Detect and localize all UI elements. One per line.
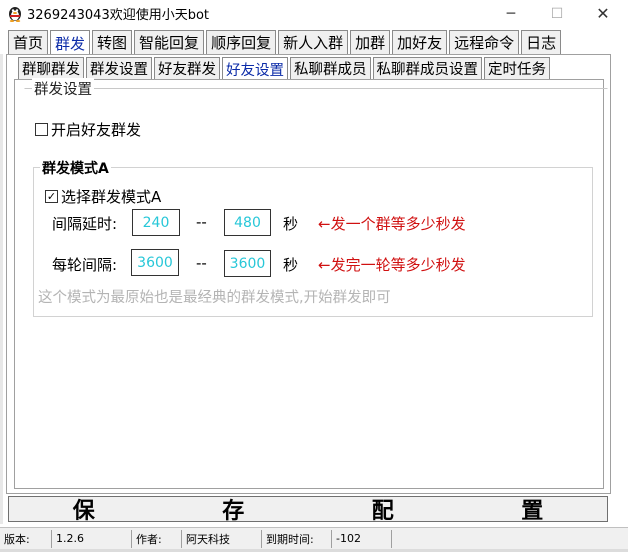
select-mode-a-option[interactable]: ✓ 选择群发模式A bbox=[45, 186, 161, 207]
minimize-icon: ─ bbox=[506, 5, 516, 22]
author-label: 作者: bbox=[132, 529, 182, 548]
version-label: 版本: bbox=[0, 529, 52, 548]
save-config-button[interactable]: 保 存 配 置 bbox=[8, 496, 608, 524]
interval-delay-unit: 秒 bbox=[283, 215, 299, 233]
penguin-app-icon bbox=[9, 7, 21, 22]
interval-delay-max-input[interactable]: 480 bbox=[224, 209, 271, 236]
title-bar: 3269243043欢迎使用小天bot ─ ☐ ✕ bbox=[0, 0, 628, 27]
enable-friend-broadcast-option[interactable]: 开启好友群发 bbox=[35, 119, 141, 140]
version-value: 1.2.6 bbox=[52, 529, 132, 548]
broadcast-settings-title: 群发设置 bbox=[32, 78, 94, 99]
tab-remote-command[interactable]: 远程命令 bbox=[449, 30, 520, 54]
round-interval-hint: ←发完一轮等多少秒发 bbox=[318, 256, 466, 274]
sub-tab-bar: 群聊群发 群发设置 好友群发 好友设置 私聊群成员 私聊群成员设置 定时任务 bbox=[18, 57, 552, 80]
interval-delay-min-input[interactable]: 240 bbox=[132, 209, 180, 236]
status-bar: 版本: 1.2.6 作者: 阿天科技 到期时间: -102 bbox=[0, 527, 628, 549]
subtab-friend-broadcast[interactable]: 好友群发 bbox=[154, 57, 220, 79]
mode-a-title: 群发模式A bbox=[40, 158, 111, 178]
tab-join-group[interactable]: 加群 bbox=[350, 30, 391, 54]
round-interval-unit: 秒 bbox=[283, 256, 299, 274]
save-button-char: 存 bbox=[222, 498, 245, 524]
close-icon: ✕ bbox=[596, 4, 610, 23]
subtab-dm-members-settings[interactable]: 私聊群成员设置 bbox=[372, 57, 482, 79]
window-left-edge bbox=[0, 54, 3, 524]
round-interval-min-input[interactable]: 3600 bbox=[131, 249, 179, 276]
author-value: 阿天科技 bbox=[182, 529, 262, 548]
mode-a-description: 这个模式为最原始也是最经典的群发模式,开始群发即可 bbox=[38, 290, 391, 306]
maximize-icon: ☐ bbox=[550, 5, 564, 22]
enable-friend-broadcast-checkbox[interactable] bbox=[35, 123, 48, 136]
tab-broadcast[interactable]: 群发 bbox=[50, 30, 91, 55]
tab-smart-reply[interactable]: 智能回复 bbox=[134, 30, 205, 54]
expiry-value: -102 bbox=[332, 529, 392, 548]
subtab-scheduled-tasks[interactable]: 定时任务 bbox=[484, 57, 550, 79]
tab-convert-image[interactable]: 转图 bbox=[92, 30, 133, 54]
enable-friend-broadcast-label: 开启好友群发 bbox=[51, 121, 142, 139]
select-mode-a-checkbox[interactable]: ✓ bbox=[45, 190, 58, 203]
save-button-char: 配 bbox=[371, 498, 394, 524]
subtab-dm-members[interactable]: 私聊群成员 bbox=[290, 57, 371, 79]
tab-log[interactable]: 日志 bbox=[521, 30, 562, 54]
round-interval-separator: -- bbox=[196, 254, 207, 272]
subtab-group-broadcast[interactable]: 群聊群发 bbox=[18, 57, 84, 79]
close-button[interactable]: ✕ bbox=[580, 0, 626, 27]
subtab-broadcast-settings[interactable]: 群发设置 bbox=[86, 57, 152, 79]
expiry-label: 到期时间: bbox=[262, 529, 332, 548]
minimize-button[interactable]: ─ bbox=[488, 0, 534, 27]
round-interval-label: 每轮间隔: bbox=[52, 256, 118, 274]
tab-home[interactable]: 首页 bbox=[8, 30, 49, 54]
tab-add-friend[interactable]: 加好友 bbox=[392, 30, 448, 54]
select-mode-a-label: 选择群发模式A bbox=[61, 188, 162, 206]
save-button-char: 置 bbox=[521, 498, 544, 524]
main-tab-bar: 首页 群发 转图 智能回复 顺序回复 新人入群 加群 加好友 远程命令 日志 bbox=[8, 30, 563, 55]
maximize-button[interactable]: ☐ bbox=[534, 0, 580, 27]
save-button-char: 保 bbox=[72, 498, 95, 524]
tab-new-member[interactable]: 新人入群 bbox=[278, 30, 349, 54]
interval-delay-separator: -- bbox=[196, 213, 207, 231]
subtab-friend-settings[interactable]: 好友设置 bbox=[222, 57, 288, 80]
interval-delay-hint: ←发一个群等多少秒发 bbox=[318, 215, 466, 233]
window-title: 3269243043欢迎使用小天bot bbox=[27, 8, 210, 23]
tab-sequential-reply[interactable]: 顺序回复 bbox=[206, 30, 277, 54]
interval-delay-label: 间隔延时: bbox=[52, 215, 118, 233]
round-interval-max-input[interactable]: 3600 bbox=[224, 250, 271, 277]
